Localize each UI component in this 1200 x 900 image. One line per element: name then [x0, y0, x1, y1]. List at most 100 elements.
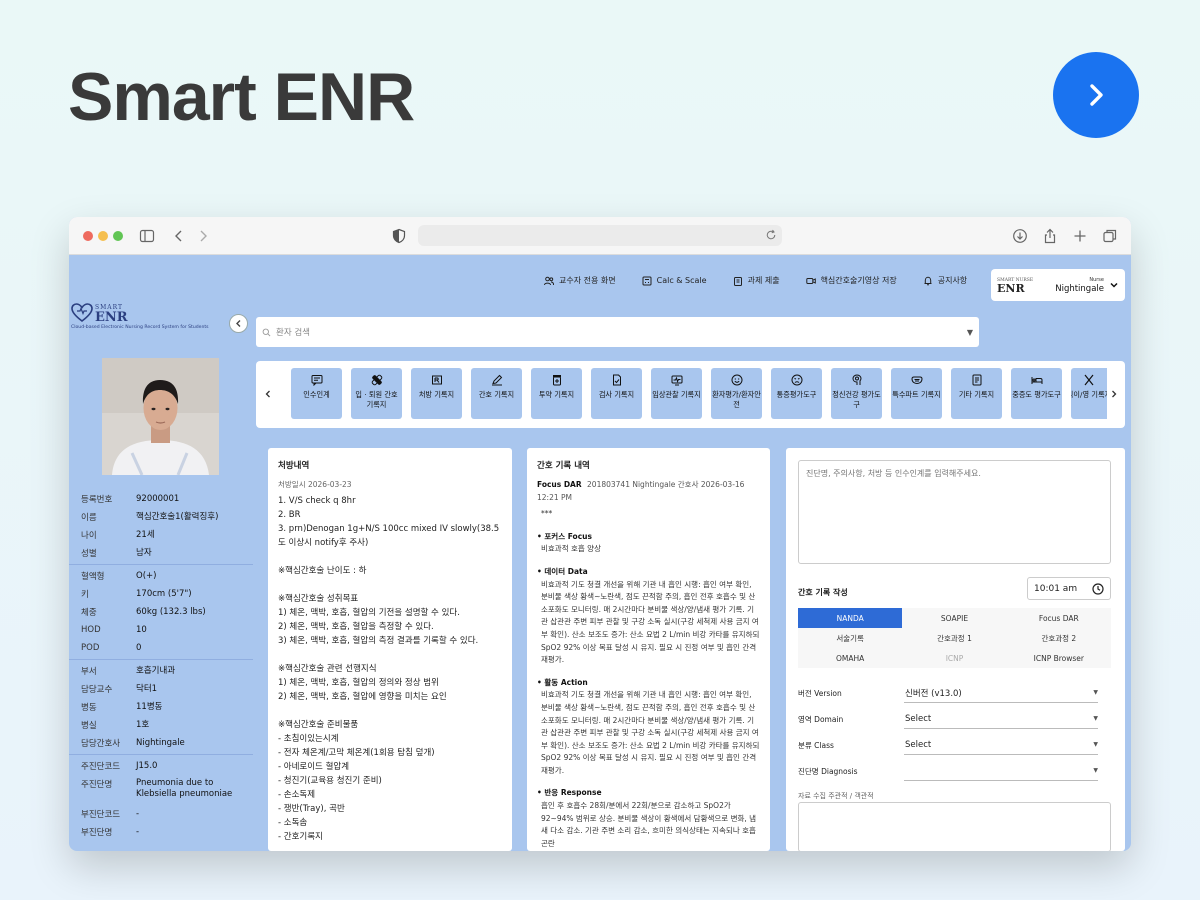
nav-assignment[interactable]: 과제 제출	[733, 275, 780, 286]
download-icon[interactable]	[1012, 228, 1028, 244]
tool-label: 환자평가/환자안전	[712, 390, 761, 409]
nav-notice[interactable]: 공지사항	[923, 275, 967, 286]
message-icon	[311, 375, 322, 386]
info-value: 남자	[136, 547, 152, 558]
sidebar-toggle-icon[interactable]	[139, 228, 155, 244]
user-menu[interactable]: SMART NURSE ENR Nurse Nightingale	[991, 269, 1125, 301]
dropdown-arrow-icon: ▼	[1093, 741, 1098, 748]
share-icon[interactable]	[1042, 228, 1058, 244]
prescription-line: - 전자 체온계/고막 체온계(1회용 탐침 덮개)	[278, 748, 435, 758]
tool-test[interactable]: 검사 기록지	[591, 368, 642, 419]
diagnosis-select[interactable]: ▼	[904, 761, 1098, 781]
app-logo[interactable]: SMART ENR Cloud-based Electronic Nursing…	[71, 303, 231, 330]
prescription-line: 3. prn)Denogan 1g+N/S 100cc mixed IV slo…	[278, 524, 500, 548]
prescription-line: - 청진기(교육용 청진기 준비)	[278, 776, 382, 786]
shield-icon	[392, 228, 406, 244]
pain-face-icon	[791, 374, 802, 386]
class-select[interactable]: Select ▼	[904, 735, 1098, 755]
tab-overview-icon[interactable]	[1102, 228, 1118, 244]
info-key: 등록번호	[81, 495, 113, 505]
prescription-line: 1) 체온, 맥박, 호흡, 혈압의 정의와 정상 범위	[278, 678, 439, 688]
maximize-window-button[interactable]	[113, 231, 123, 241]
domain-select[interactable]: Select ▼	[904, 709, 1098, 729]
tool-patient-safety[interactable]: 환자평가/환자안전	[711, 368, 762, 419]
tool-nursing-record[interactable]: 간호 기록지	[471, 368, 522, 419]
tool-special-part[interactable]: 특수파트 기록지	[891, 368, 942, 419]
handover-textarea[interactable]	[798, 460, 1111, 564]
tool-admission[interactable]: 입 · 퇴원 간호 기록지	[351, 368, 402, 419]
tab-narrative[interactable]: 서술기록	[798, 628, 902, 648]
info-value: 170cm (5'7")	[136, 588, 192, 599]
dropdown-arrow-icon: ▼	[1093, 715, 1098, 722]
document-icon	[972, 374, 981, 386]
prescription-line: - 초침이있는시계	[278, 734, 339, 744]
patient-sidebar: 등록번호 92000001 이름 핵심간호술1(활력징후) 나이 21세 성별 남자 혈…	[69, 356, 253, 851]
prescription-line: - 간호기록지	[278, 832, 323, 842]
tool-handover[interactable]: 인수인계	[291, 368, 342, 419]
search-dropdown-icon[interactable]: ▼	[967, 328, 973, 337]
tool-label: 중증도 평가도구	[1012, 390, 1061, 399]
prescription-title: 처방내역	[278, 461, 310, 471]
chevron-right-icon[interactable]	[1109, 389, 1119, 399]
tab-icnp-browser[interactable]: ICNP Browser	[1007, 648, 1111, 668]
tool-label: 투약 기록지	[538, 390, 575, 399]
prescription-line	[278, 648, 502, 662]
reload-icon[interactable]	[765, 229, 777, 241]
tab-soapie[interactable]: SOAPIE	[902, 608, 1006, 628]
nursing-record-panel: 간호 기록 내역 Focus DAR 201803741 Nightingale…	[527, 448, 770, 851]
tool-label: 통증평가도구	[776, 390, 817, 399]
tab-focus-dar[interactable]: Focus DAR	[1007, 608, 1111, 628]
search-placeholder: 환자 검색	[276, 328, 310, 338]
forward-icon[interactable]	[195, 228, 211, 244]
tab-nursing-process-2[interactable]: 간호과정 2	[1007, 628, 1111, 648]
data-collection-textarea[interactable]	[798, 802, 1111, 851]
address-bar[interactable]	[418, 225, 782, 246]
tool-label: 특수파트 기록지	[892, 390, 941, 399]
pen-icon	[491, 374, 502, 386]
tool-label: 입 · 퇴원 간호 기록지	[355, 390, 398, 409]
tool-label: 인수인계	[303, 390, 330, 399]
tool-medication[interactable]: 투약 기록지	[531, 368, 582, 419]
new-tab-icon[interactable]	[1072, 228, 1088, 244]
prescription-line: 2) 체온, 맥박, 호흡, 혈압을 측정할 수 있다.	[278, 622, 434, 632]
field-diagnosis: 진단명 Diagnosis ▼	[798, 761, 1098, 781]
nav-calc-scale[interactable]: Calc & Scale	[642, 275, 707, 286]
field-label: 버전 Version	[798, 688, 842, 698]
time-picker[interactable]: 10:01 am	[1027, 577, 1111, 600]
prescription-line: - 쟁반(Tray), 곡반	[278, 804, 345, 814]
nav-video-save[interactable]: 핵심간호술기영상 저장	[805, 275, 897, 286]
minimize-window-button[interactable]	[98, 231, 108, 241]
tab-nursing-process-1[interactable]: 간호과정 1	[902, 628, 1006, 648]
back-icon[interactable]	[171, 228, 187, 244]
tool-mental-health[interactable]: 정신건강 평가도구	[831, 368, 882, 419]
calculator-icon	[642, 276, 652, 285]
info-value: O(+)	[136, 570, 157, 581]
divider	[69, 754, 253, 755]
prescription-line: 2) 체온, 맥박, 호흡, 혈압에 영향을 미치는 요인	[278, 692, 447, 702]
nav-label: 교수자 전용 화면	[559, 276, 616, 285]
patient-search-input[interactable]: 환자 검색 ▼	[256, 317, 979, 347]
collapse-sidebar-button[interactable]	[229, 314, 248, 333]
prescription-line	[278, 550, 502, 564]
tool-severity[interactable]: 중증도 평가도구	[1011, 368, 1062, 419]
tool-pain-assessment[interactable]: 통증평가도구	[771, 368, 822, 419]
next-button[interactable]	[1053, 52, 1139, 138]
tool-diet[interactable]: 식이/영 기록지	[1071, 368, 1107, 419]
tool-clinical-observation[interactable]: 임상관찰 기록지	[651, 368, 702, 419]
time-value: 10:01 am	[1034, 583, 1078, 594]
close-window-button[interactable]	[83, 231, 93, 241]
nav-professor-view[interactable]: 교수자 전용 화면	[544, 275, 616, 286]
version-select[interactable]: 신버전 (v13.0) ▼	[904, 683, 1098, 703]
info-key: 나이	[81, 531, 97, 541]
info-key: 부서	[81, 667, 97, 677]
prescription-line: ※핵심간호술 난이도 : 하	[278, 566, 367, 576]
tab-omaha[interactable]: OMAHA	[798, 648, 902, 668]
tab-nanda[interactable]: NANDA	[798, 608, 903, 628]
tab-icnp[interactable]: ICNP	[902, 648, 1006, 668]
tool-other-record[interactable]: 기타 기록지	[951, 368, 1002, 419]
info-value: 핵심간호술1(활력징후)	[136, 511, 219, 522]
users-icon	[544, 276, 554, 285]
record-stars: ***	[541, 509, 553, 519]
tool-prescription[interactable]: 처방 기록지	[411, 368, 462, 419]
chevron-left-icon[interactable]	[263, 389, 273, 399]
